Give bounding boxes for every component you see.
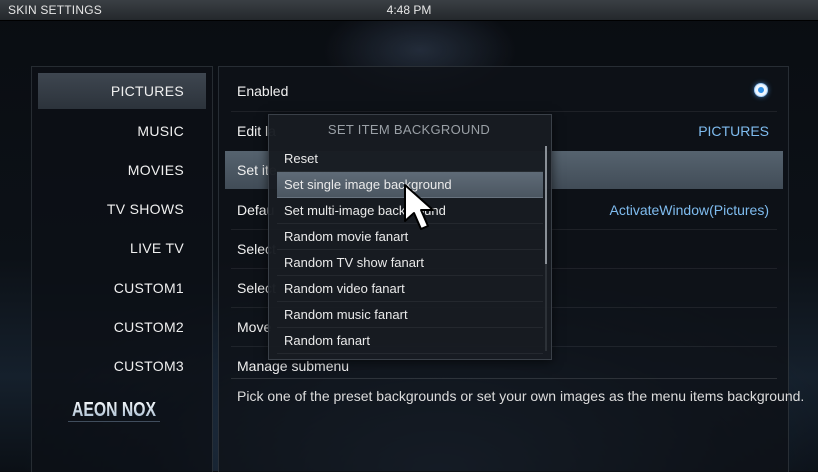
- setting-label: Move: [237, 319, 272, 335]
- sidebar-item-custom2[interactable]: CUSTOM2: [38, 309, 206, 345]
- sidebar-item-tv-shows[interactable]: TV SHOWS: [38, 191, 206, 227]
- setting-value: PICTURES: [698, 123, 769, 139]
- option-random-video-fanart[interactable]: Random video fanart: [277, 276, 543, 302]
- option-random-tv-show-fanart[interactable]: Random TV show fanart: [277, 250, 543, 276]
- mouse-pointer-icon: [404, 184, 434, 230]
- set-item-background-dialog: SET ITEM BACKGROUND Reset Set single ima…: [268, 114, 552, 360]
- sidebar-item-movies[interactable]: MOVIES: [38, 152, 206, 188]
- divider: [231, 378, 777, 379]
- sidebar-item-custom3[interactable]: CUSTOM3: [38, 348, 206, 384]
- dialog-title: SET ITEM BACKGROUND: [327, 122, 491, 137]
- setting-description: Pick one of the preset backgrounds or se…: [237, 388, 805, 404]
- option-reset[interactable]: Reset: [277, 146, 543, 172]
- clock: 4:48 PM: [386, 3, 432, 17]
- option-random-fanart[interactable]: Random fanart: [277, 328, 543, 354]
- toggle-on-icon[interactable]: [755, 84, 767, 96]
- top-bar: SKIN SETTINGS 4:48 PM: [0, 0, 818, 21]
- dialog-scrollbar-thumb[interactable]: [545, 146, 547, 264]
- sidebar-item-pictures[interactable]: PICTURES: [38, 73, 206, 109]
- setting-value: ActivateWindow(Pictures): [609, 202, 770, 218]
- sidebar-item-live-tv[interactable]: LIVE TV: [38, 230, 206, 266]
- sidebar-item-music[interactable]: MUSIC: [38, 113, 206, 149]
- sidebar-item-custom1[interactable]: CUSTOM1: [38, 270, 206, 306]
- svg-text:AEON NOX: AEON NOX: [72, 399, 157, 421]
- setting-enabled[interactable]: Enabled: [225, 72, 783, 110]
- option-random-music-fanart[interactable]: Random music fanart: [277, 302, 543, 328]
- setting-label: Enabled: [237, 83, 289, 99]
- aeon-nox-logo: AEON NOX: [68, 399, 160, 422]
